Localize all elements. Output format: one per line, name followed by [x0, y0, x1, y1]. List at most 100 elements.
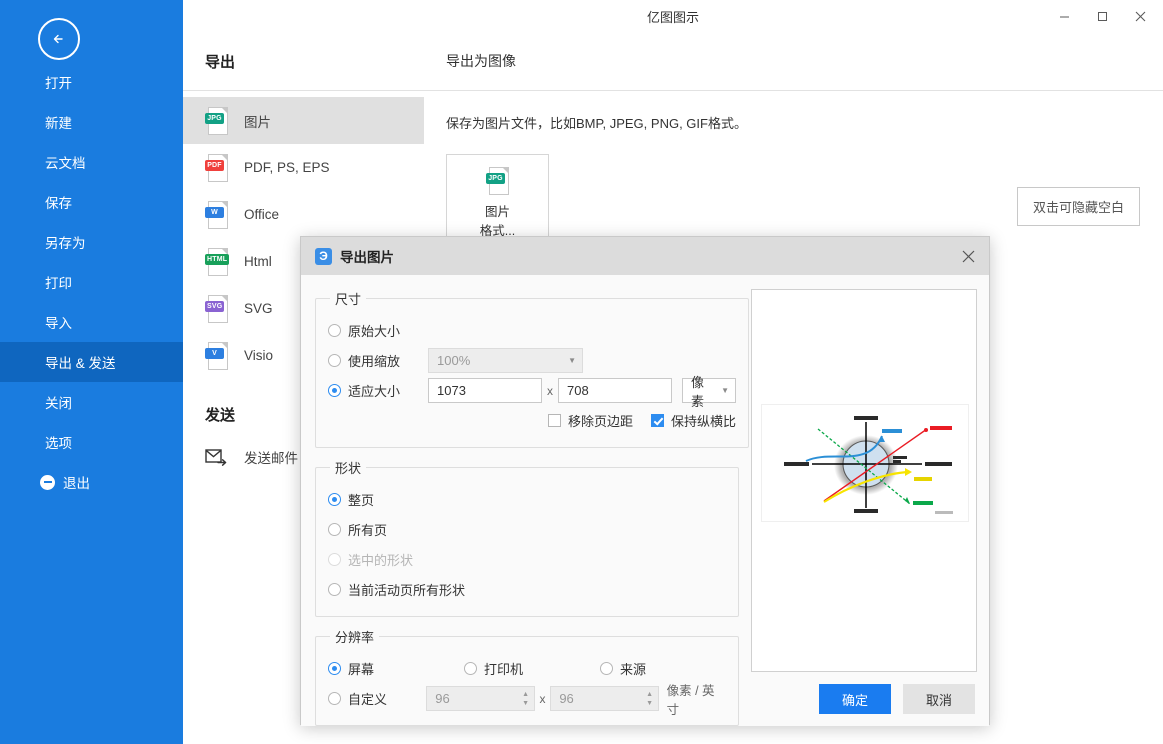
stepper-arrows-icon[interactable]: ▲ ▼ [518, 687, 534, 710]
arrow-left-icon [53, 34, 63, 44]
hide-blank-hint-button[interactable]: 双击可隐藏空白 [1016, 187, 1140, 226]
sidebar-item-exit[interactable]: 退出 [0, 462, 183, 502]
checkbox-box-icon [547, 414, 561, 427]
word-file-icon: W [205, 200, 228, 229]
window-controls [1045, 0, 1159, 32]
exit-icon [40, 474, 55, 490]
sidebar-item-open[interactable]: 打开 [0, 62, 183, 102]
radio-printer[interactable]: 打印机 [464, 659, 600, 678]
width-input[interactable]: 1073 [428, 378, 542, 403]
size-unit-value: 像素 [691, 374, 705, 409]
radio-active-page-shapes[interactable]: 当前活动页所有形状 [328, 580, 465, 599]
dialog-body: 尺寸 原始大小 使用缩放 100% ▼ 适应大小 1073 x 708 像素 ▼… [301, 275, 989, 726]
html-file-icon: HTML [205, 247, 230, 276]
radio-dot-icon [600, 662, 613, 675]
format-item-office[interactable]: W Office [183, 191, 424, 238]
radio-original-size[interactable]: 原始大小 [328, 321, 400, 340]
size-group: 尺寸 原始大小 使用缩放 100% ▼ 适应大小 1073 x 708 像素 ▼… [315, 289, 749, 448]
checkbox-remove-margin[interactable]: 移除页边距 [547, 411, 633, 430]
sidebar-item-label: 保存 [45, 196, 72, 211]
sidebar-item-export-send[interactable]: 导出 & 发送 [0, 342, 183, 382]
scale-select[interactable]: 100% ▼ [428, 348, 583, 373]
radio-label: 适应大小 [348, 384, 401, 399]
ok-button[interactable]: 确定 [819, 684, 891, 714]
sidebar-item-new[interactable]: 新建 [0, 102, 183, 142]
radio-dot-icon [328, 324, 341, 337]
cancel-button[interactable]: 取消 [903, 684, 975, 714]
radio-whole-page[interactable]: 整页 [328, 490, 374, 509]
radio-custom-dpi[interactable]: 自定义 [328, 689, 426, 708]
resolution-group: 分辨率 屏幕 打印机 来源 自定义 96 ▲ ▼ x 96 ▲ ▼ 像素 / 英… [315, 627, 739, 726]
radio-source[interactable]: 来源 [600, 659, 646, 678]
dpi-y-value: 96 [559, 691, 574, 706]
format-item-image[interactable]: JPG 图片 [183, 97, 424, 144]
dpi-unit-label: 像素 / 英寸 [666, 683, 715, 717]
dpi-x-stepper[interactable]: 96 ▲ ▼ [426, 686, 535, 711]
radio-all-pages[interactable]: 所有页 [328, 520, 387, 539]
radio-screen[interactable]: 屏幕 [328, 659, 464, 678]
sidebar-item-label: 导出 & 发送 [45, 356, 116, 371]
stepper-arrows-icon[interactable]: ▲ ▼ [642, 687, 658, 710]
radio-dot-icon [328, 583, 341, 596]
title-bar: 亿图图示 [183, 0, 1163, 32]
height-input[interactable]: 708 [558, 378, 672, 403]
pdf-file-icon: PDF [205, 153, 228, 182]
checkbox-keep-ratio[interactable]: 保持纵横比 [650, 411, 736, 430]
radio-dot-icon [328, 553, 341, 566]
app-window: 亿图图示 大米 V VIP ▾ 打开 新建 [0, 0, 1163, 744]
dpi-x-value: 96 [435, 691, 450, 706]
back-button[interactable] [38, 18, 80, 60]
sidebar-item-options[interactable]: 选项 [0, 422, 183, 462]
size-row-checkboxes: 移除页边距 保持纵横比 [328, 406, 736, 435]
radio-selected-shapes: 选中的形状 [328, 550, 413, 569]
radio-label: 来源 [620, 662, 647, 677]
close-button[interactable] [1121, 0, 1159, 32]
size-unit-select[interactable]: 像素 ▼ [682, 375, 736, 409]
radio-use-scale[interactable]: 使用缩放 [328, 351, 428, 370]
window-title: 亿图图示 [646, 10, 699, 25]
format-item-pdf[interactable]: PDF PDF, PS, EPS [183, 144, 424, 191]
radio-label: 当前活动页所有形状 [348, 583, 466, 598]
card-title: 图片 [484, 205, 510, 219]
export-heading: 导出 [205, 53, 236, 71]
diagram-preview-thumbnail [784, 416, 953, 514]
checkbox-label: 保持纵横比 [670, 414, 736, 429]
minimize-button[interactable] [1045, 0, 1083, 32]
maximize-button[interactable] [1083, 0, 1121, 32]
sidebar-item-print[interactable]: 打印 [0, 262, 183, 302]
sidebar-item-label: 关闭 [45, 396, 72, 411]
radio-dot-icon [464, 662, 477, 675]
mail-send-icon [205, 449, 227, 466]
format-item-label: Office [244, 207, 280, 222]
radio-fit-size[interactable]: 适应大小 [328, 381, 428, 400]
sidebar-item-save-as[interactable]: 另存为 [0, 222, 183, 262]
dialog-close-button[interactable] [947, 237, 989, 275]
sidebar-item-label: 打开 [45, 76, 72, 91]
radio-label: 整页 [348, 493, 375, 508]
visio-file-icon: V [205, 341, 228, 370]
dpi-separator: x [539, 691, 546, 706]
sidebar-item-import[interactable]: 导入 [0, 302, 183, 342]
dimension-separator: x [547, 383, 553, 398]
sidebar-item-save[interactable]: 保存 [0, 182, 183, 222]
sidebar-item-cloud[interactable]: 云文档 [0, 142, 183, 182]
dialog-title: 导出图片 [340, 250, 394, 265]
shape-row-active-page-shapes: 当前活动页所有形状 [328, 575, 726, 604]
sidebar-item-close[interactable]: 关闭 [0, 382, 183, 422]
checkbox-label: 移除页边距 [567, 414, 633, 429]
send-item-label: 发送邮件 [244, 451, 298, 466]
radio-dot-icon [328, 384, 341, 397]
dialog-footer: 确定 取消 [819, 684, 975, 714]
chevron-down-icon: ▼ [721, 385, 729, 395]
jpg-file-icon: JPG [486, 167, 509, 195]
width-value: 1073 [437, 383, 466, 398]
sidebar-item-label: 打印 [45, 276, 72, 291]
dpi-y-stepper[interactable]: 96 ▲ ▼ [550, 686, 659, 711]
radio-label: 所有页 [348, 523, 388, 538]
app-logo-icon: Э [315, 247, 332, 265]
sidebar-item-label: 选项 [45, 436, 72, 451]
radio-label: 原始大小 [348, 324, 401, 339]
resolution-row-custom: 自定义 96 ▲ ▼ x 96 ▲ ▼ 像素 / 英寸 [328, 684, 726, 717]
format-item-label: Html [244, 254, 272, 269]
shape-row-selected-shapes: 选中的形状 [328, 545, 726, 574]
